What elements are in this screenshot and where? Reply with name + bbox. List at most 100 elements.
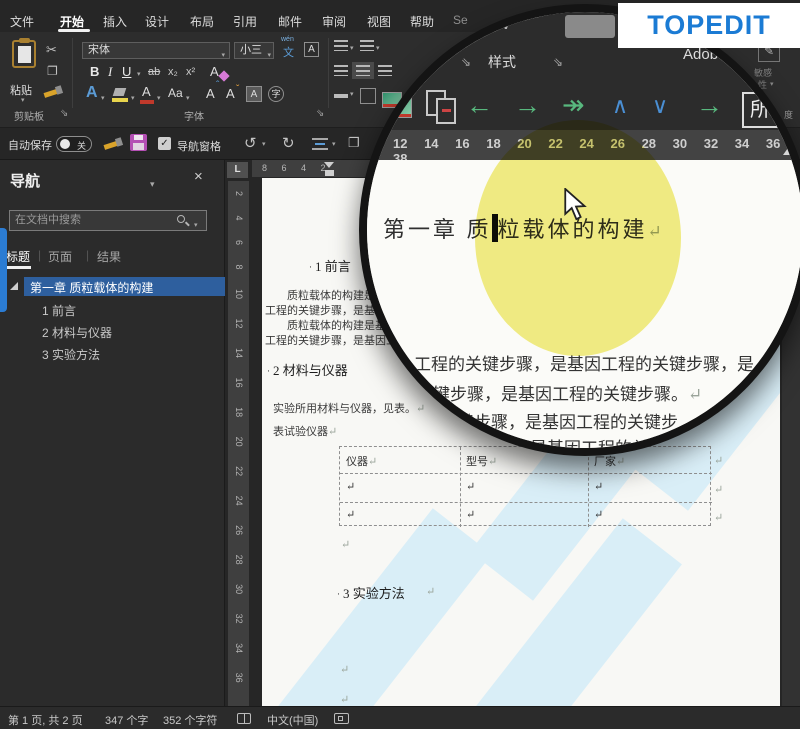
copy-icon[interactable]: ❐ — [47, 64, 58, 78]
search-caret-icon[interactable]: ▾ — [194, 218, 198, 233]
navtab-pages[interactable]: 页面 — [48, 248, 72, 265]
search-icon[interactable] — [177, 215, 185, 223]
subscript-button[interactable]: x₂ — [168, 66, 178, 78]
page-indicator[interactable]: 第 1 页, 共 2 页 — [8, 712, 83, 728]
magnified-body-line: 键步骤，是基因工程的关键步骤。↵ — [433, 380, 702, 405]
clear-formatting-button[interactable]: A — [210, 64, 219, 79]
strikethrough-button[interactable]: ab — [148, 66, 160, 78]
phonetic-guide-icon[interactable]: wén — [281, 36, 294, 43]
navpane-menu-caret-icon[interactable]: ▾ — [150, 179, 155, 190]
search-input[interactable]: 在文档中搜索 ▾ — [9, 210, 207, 231]
save-icon[interactable] — [130, 134, 147, 151]
paste-icon[interactable] — [12, 40, 36, 68]
watermark-stripe — [262, 508, 492, 706]
text-effects-caret-icon[interactable]: ▾ — [101, 94, 105, 102]
highlight-caret-icon[interactable]: ▾ — [131, 94, 135, 102]
tab-design[interactable]: 设计 — [145, 13, 169, 30]
tab-layout[interactable]: 布局 — [190, 13, 214, 30]
font-size-caret-icon[interactable]: ▾ — [267, 48, 271, 63]
shrink-font-button[interactable]: A — [226, 86, 235, 101]
undo-caret-icon[interactable]: ▾ — [262, 140, 266, 148]
format-painter-icon[interactable] — [44, 84, 64, 100]
proofing-icon[interactable] — [237, 713, 251, 724]
shading-button[interactable]: A — [246, 86, 262, 102]
h-ruler-numbers: 8 6 4 2 — [262, 163, 326, 173]
paste-caret-icon[interactable]: ▾ — [21, 96, 25, 104]
shading-caret-icon[interactable]: ▾ — [350, 90, 354, 98]
font-color-caret-icon[interactable]: ▾ — [157, 94, 161, 102]
vertical-ruler[interactable]: 2 4 6 8 10 12 14 16 18 20 22 24 26 28 30… — [228, 181, 249, 706]
tab-mailings[interactable]: 邮件 — [278, 13, 302, 30]
font-size-combobox[interactable]: 小三 ▾ — [234, 42, 274, 59]
tab-selector-box[interactable]: L — [227, 162, 248, 178]
italic-button[interactable]: I — [108, 64, 112, 80]
magnified-gallery-caret-icon: ∨ — [500, 14, 512, 34]
table-cell: ↵ — [346, 480, 355, 493]
magnified-adobe-label: Adobe — [683, 46, 726, 63]
underline-button[interactable]: U — [122, 64, 131, 79]
table-cell: ↵ — [594, 508, 603, 521]
magnified-arrow-double-icon: ↠ — [562, 92, 585, 119]
cut-icon[interactable]: ✂ — [46, 42, 57, 58]
nav-item-foreword[interactable]: 1 前言 — [42, 302, 76, 319]
instrument-table[interactable]: 仪器↵ 型号↵ 厂家↵ ↵ ↵ ↵ ↵ ↵ ↵ — [339, 446, 711, 526]
qat-format-painter-icon[interactable] — [104, 136, 124, 152]
superscript-button[interactable]: x² — [186, 66, 195, 78]
align-left-icon[interactable] — [334, 65, 348, 76]
font-dialog-launcher-icon[interactable]: ⇘ — [316, 108, 324, 119]
paragraph-mark: ↵ — [340, 693, 349, 706]
phonetic-guide-char[interactable]: 文 — [283, 44, 294, 60]
navpane-close-icon[interactable]: × — [194, 168, 203, 185]
hyphenation-icon[interactable] — [312, 138, 328, 150]
table-cell: ↵ — [466, 508, 475, 521]
clipboard-dialog-launcher-icon[interactable]: ⇘ — [60, 108, 68, 119]
hyphenation-caret-icon[interactable]: ▾ — [332, 140, 336, 148]
row-end-mark: ↵ — [714, 511, 723, 524]
left-indent-marker[interactable] — [325, 170, 334, 176]
nav-item-materials[interactable]: 2 材料与仪器 — [42, 324, 112, 341]
tab-insert[interactable]: 插入 — [103, 13, 127, 30]
bullet-list-icon[interactable] — [334, 40, 348, 51]
font-name-combobox[interactable]: 宋体 ▾ — [82, 42, 230, 59]
font-name-caret-icon[interactable]: ▾ — [221, 48, 225, 63]
navpane-checkbox[interactable]: ✓ — [158, 137, 171, 150]
qat-copy-icon[interactable]: ❐ — [348, 135, 360, 151]
side-handle[interactable] — [0, 228, 7, 312]
language-indicator[interactable]: 中文(中国) — [267, 712, 318, 728]
bold-button[interactable]: B — [90, 64, 99, 79]
underline-caret-icon[interactable]: ▾ — [137, 70, 141, 78]
tab-file[interactable]: 文件 — [10, 13, 34, 30]
text-effects-button[interactable]: A — [86, 84, 98, 102]
navtab-separator: | — [38, 248, 41, 262]
enclose-characters-button[interactable]: 字 — [268, 86, 284, 102]
redo-icon[interactable]: ↻ — [282, 134, 295, 152]
collapse-triangle-icon[interactable] — [10, 282, 18, 290]
nav-item-chapter1[interactable]: 第一章 质粒载体的构建 — [30, 279, 153, 296]
font-color-button[interactable]: A — [142, 84, 151, 99]
v-ruler-numbers: 2 4 6 8 10 12 14 16 18 20 22 24 26 28 30… — [234, 191, 244, 683]
character-border-icon[interactable]: A — [304, 42, 319, 57]
macro-record-icon[interactable] — [334, 713, 349, 724]
bullet-list-caret-icon[interactable]: ▾ — [350, 44, 354, 52]
undo-icon[interactable]: ↺ — [244, 134, 257, 152]
nav-item-methods[interactable]: 3 实验方法 — [42, 346, 100, 363]
shading-bucket-icon[interactable] — [334, 94, 348, 98]
tab-references[interactable]: 引用 — [233, 13, 257, 30]
table-cell: ↵ — [594, 480, 603, 493]
first-line-indent-marker[interactable] — [324, 162, 334, 168]
autosave-toggle[interactable]: 关 — [56, 136, 92, 152]
change-case-caret-icon[interactable]: ▾ — [186, 94, 190, 102]
grow-font-button[interactable]: A — [206, 86, 215, 101]
navtab-headings[interactable]: 标题 — [6, 248, 30, 265]
tab-review[interactable]: 审阅 — [322, 13, 346, 30]
table-caption: 表试验仪器↵ — [273, 423, 337, 439]
change-case-button[interactable]: Aa — [168, 86, 183, 100]
magnified-arrow-left-icon: ← — [466, 92, 493, 119]
navtab-results[interactable]: 结果 — [97, 248, 121, 265]
tab-home[interactable]: 开始 — [60, 13, 84, 30]
character-count[interactable]: 352 个字符 — [163, 712, 217, 728]
paragraph-mark: ↵ — [426, 585, 435, 598]
search-placeholder: 在文档中搜索 — [15, 214, 81, 226]
paragraph-mark: ↵ — [341, 538, 350, 551]
word-count[interactable]: 347 个字 — [105, 712, 148, 728]
